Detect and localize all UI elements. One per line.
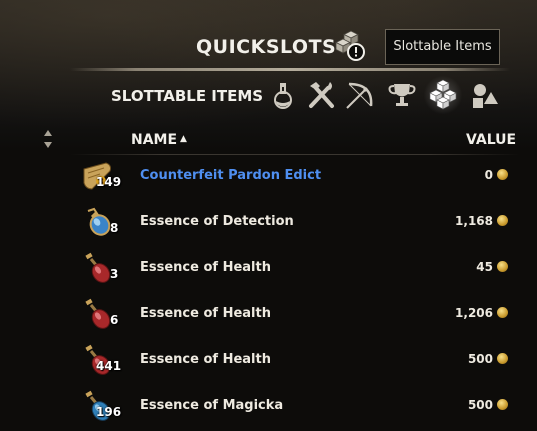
item-count: 149	[96, 175, 122, 189]
item-count: 6	[110, 313, 119, 327]
list-item[interactable]: 6 Essence of Health 1,206	[0, 293, 537, 339]
list-item[interactable]: 149 Counterfeit Pardon Edict 0	[0, 155, 537, 201]
gold-coin-icon	[497, 215, 508, 226]
item-value: 0	[484, 168, 493, 182]
item-value: 45	[476, 260, 493, 274]
trophy-icon[interactable]	[385, 78, 419, 112]
column-header-value[interactable]: VALUE	[466, 132, 516, 148]
tools-icon[interactable]	[304, 78, 338, 112]
cubes-icon[interactable]	[422, 74, 464, 116]
tooltip: Slottable Items	[385, 29, 500, 65]
cubes-alert-icon[interactable]	[333, 28, 369, 64]
gold-coin-icon	[497, 261, 508, 272]
item-count: 441	[96, 359, 122, 373]
list-item[interactable]: 8 Essence of Detection 1,168	[0, 201, 537, 247]
sort-toggle-icon[interactable]	[43, 128, 53, 150]
sort-ascending-icon: ▲	[180, 134, 187, 144]
item-name: Essence of Magicka	[140, 398, 284, 413]
item-name: Essence of Detection	[140, 214, 294, 229]
item-count: 196	[96, 405, 122, 419]
gold-coin-icon	[497, 169, 508, 180]
potion-icon[interactable]	[266, 78, 300, 112]
gold-coin-icon	[497, 307, 508, 318]
item-name: Essence of Health	[140, 260, 271, 275]
item-count: 3	[110, 267, 119, 281]
item-count: 8	[110, 221, 119, 235]
filter-label: SLOTTABLE ITEMS	[111, 87, 264, 105]
gold-coin-icon	[497, 353, 508, 364]
list-item[interactable]: 3 Essence of Health 45	[0, 247, 537, 293]
list-item[interactable]: 196 Essence of Magicka 500	[0, 385, 537, 431]
item-value: 500	[467, 352, 493, 366]
page-title: QUICKSLOTS	[196, 36, 337, 58]
item-name: Essence of Health	[140, 306, 271, 321]
item-value: 1,206	[455, 306, 493, 320]
divider	[70, 68, 510, 71]
item-name: Essence of Health	[140, 352, 271, 367]
shapes-icon[interactable]	[470, 78, 500, 112]
item-value: 500	[467, 398, 493, 412]
bow-icon[interactable]	[343, 78, 377, 112]
gold-coin-icon	[497, 399, 508, 410]
item-value: 1,168	[455, 214, 493, 228]
list-item[interactable]: 441 Essence of Health 500	[0, 339, 537, 385]
item-name: Counterfeit Pardon Edict	[140, 168, 322, 183]
header-background	[0, 0, 537, 150]
column-header-name[interactable]: NAME	[131, 132, 177, 148]
